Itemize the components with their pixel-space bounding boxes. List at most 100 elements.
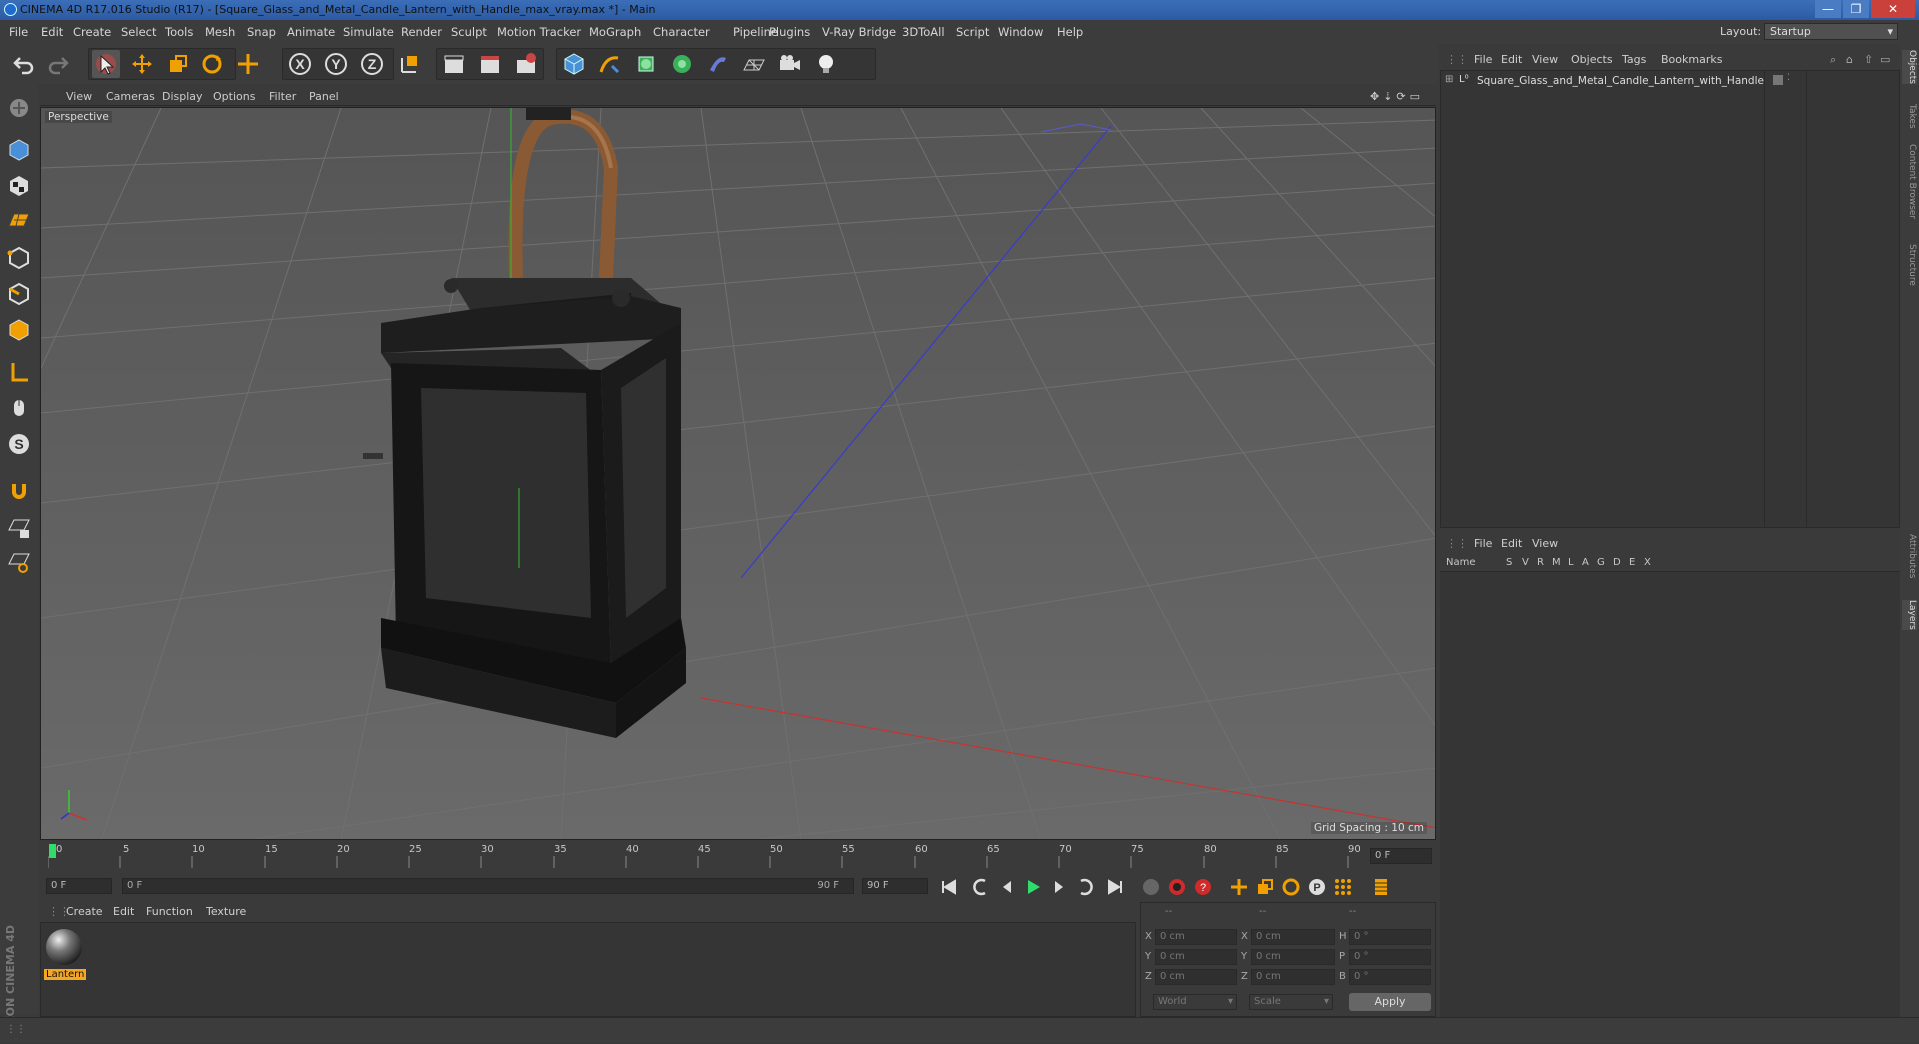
menu-tools[interactable]: Tools [165, 25, 193, 39]
key-pla-button[interactable] [1332, 876, 1354, 898]
viewport-menu-panel[interactable]: Panel [309, 90, 339, 103]
menu-simulate[interactable]: Simulate [343, 25, 394, 39]
camera-button[interactable] [776, 50, 804, 78]
search-icon[interactable]: ⌕ [1830, 53, 1836, 67]
end-frame-field[interactable]: 90 F [862, 878, 928, 894]
key-parameter-button[interactable]: P [1306, 876, 1328, 898]
minimize-button[interactable]: — [1815, 0, 1841, 18]
rotate-tool-button[interactable] [198, 50, 226, 78]
coordinate-space-dropdown[interactable]: World ▾ [1153, 994, 1237, 1010]
key-scale-button[interactable] [1254, 876, 1276, 898]
layer-col-manager[interactable]: M [1552, 557, 1561, 568]
layer-col-xref[interactable]: X [1644, 557, 1651, 568]
tab-takes[interactable]: Takes [1902, 104, 1917, 129]
workplane-button[interactable] [5, 206, 33, 234]
layer-col-deformers[interactable]: D [1613, 557, 1621, 568]
go-to-start-button[interactable] [938, 876, 960, 898]
menu-select[interactable]: Select [121, 25, 156, 39]
size-mode-dropdown[interactable]: Scale ▾ [1249, 994, 1333, 1010]
render-settings-button[interactable] [512, 50, 540, 78]
layout-dropdown[interactable]: Startup ▾ [1764, 23, 1898, 40]
menu-sculpt[interactable]: Sculpt [451, 25, 487, 39]
menu-render[interactable]: Render [401, 25, 442, 39]
layer-col-solo[interactable]: S [1506, 557, 1512, 568]
edges-mode-button[interactable] [5, 280, 33, 308]
play-button[interactable] [1022, 876, 1044, 898]
object-row[interactable]: ⊞ L⁰ Square_Glass_and_Metal_Candle_Lante… [1445, 73, 1895, 90]
deformer-button[interactable] [704, 50, 732, 78]
tweak-mode-button[interactable] [5, 394, 33, 422]
lock-workplane-button[interactable] [5, 514, 33, 542]
object-name[interactable]: Square_Glass_and_Metal_Candle_Lantern_wi… [1477, 75, 1764, 87]
menu-file[interactable]: File [9, 25, 28, 39]
menu-mograph[interactable]: MoGraph [589, 25, 641, 39]
light-button[interactable] [812, 50, 840, 78]
layer-col-view[interactable]: V [1522, 557, 1529, 568]
rotation-b-field[interactable]: 0 ° [1349, 969, 1431, 985]
rotation-p-field[interactable]: 0 ° [1349, 949, 1431, 965]
home-icon[interactable]: ⌂ [1846, 53, 1853, 66]
material-menu-create[interactable]: Create [66, 905, 103, 918]
cloner-button[interactable] [668, 50, 696, 78]
cube-button[interactable] [560, 50, 588, 78]
size-z-field[interactable]: 0 cm [1251, 969, 1335, 985]
close-button[interactable]: ✕ [1871, 0, 1915, 18]
next-frame-button[interactable] [1048, 876, 1070, 898]
texture-mode-button[interactable] [5, 172, 33, 200]
layers-menu-edit[interactable]: Edit [1501, 537, 1522, 550]
move-tool-button[interactable] [128, 50, 156, 78]
viewport-menu-view[interactable]: View [66, 90, 92, 103]
viewport-nav-icons[interactable]: ✥⇣⟳▭ [1370, 90, 1424, 103]
up-arrow-icon[interactable]: ⇧ [1864, 53, 1873, 66]
previous-frame-button[interactable] [996, 876, 1018, 898]
key-rotation-button[interactable] [1280, 876, 1302, 898]
tab-content-browser[interactable]: Content Browser [1902, 144, 1917, 219]
current-frame-field[interactable]: 0 F [1370, 848, 1432, 864]
menu-3dtoall[interactable]: 3DToAll [902, 25, 945, 39]
material-menu-function[interactable]: Function [146, 905, 193, 918]
snap-button[interactable] [5, 476, 33, 504]
viewport-menu-cameras[interactable]: Cameras [106, 90, 155, 103]
previous-key-button[interactable] [970, 876, 992, 898]
axis-mode-button[interactable] [5, 358, 33, 386]
viewport-menu-options[interactable]: Options [213, 90, 255, 103]
objects-menu-bookmarks[interactable]: Bookmarks [1661, 53, 1722, 66]
tab-attributes[interactable]: Attributes [1902, 534, 1917, 578]
objects-menu-objects[interactable]: Objects [1571, 53, 1613, 66]
material-menu-edit[interactable]: Edit [113, 905, 134, 918]
tab-objects[interactable]: Objects [1902, 50, 1917, 85]
expand-icon[interactable]: ⊞ [1445, 74, 1453, 85]
maximize-button[interactable]: ❐ [1843, 0, 1869, 18]
objects-menu-edit[interactable]: Edit [1501, 53, 1522, 66]
key-position-button[interactable] [1228, 876, 1250, 898]
visibility-dots-icon[interactable]: ⁚ [1787, 73, 1790, 83]
viewport-menu-filter[interactable]: Filter [269, 90, 296, 103]
polygons-mode-button[interactable] [5, 316, 33, 344]
spline-pen-button[interactable] [596, 50, 624, 78]
autokey-button[interactable] [1166, 876, 1188, 898]
rotation-h-field[interactable]: 0 ° [1349, 929, 1431, 945]
layer-col-name[interactable]: Name [1446, 557, 1476, 568]
objects-menu-view[interactable]: View [1532, 53, 1558, 66]
next-key-button[interactable] [1074, 876, 1096, 898]
perspective-viewport[interactable]: Perspective Grid Spacing : 10 cm [40, 107, 1436, 840]
subdivision-button[interactable] [632, 50, 660, 78]
keyframe-selection-button[interactable]: ? [1192, 876, 1214, 898]
menu-create[interactable]: Create [73, 25, 111, 39]
model-mode-button[interactable] [5, 136, 33, 164]
menu-help[interactable]: Help [1057, 25, 1083, 39]
menu-plugins[interactable]: Plugins [769, 25, 810, 39]
apply-button[interactable]: Apply [1349, 993, 1431, 1011]
visibility-toggle-icon[interactable] [1773, 75, 1783, 85]
position-x-field[interactable]: 0 cm [1155, 929, 1237, 945]
layer-col-render[interactable]: R [1537, 557, 1544, 568]
undo-button[interactable] [10, 50, 38, 78]
menu-script[interactable]: Script [956, 25, 989, 39]
scale-tool-button[interactable] [164, 50, 192, 78]
material-menu-texture[interactable]: Texture [206, 905, 246, 918]
menu-mesh[interactable]: Mesh [205, 25, 235, 39]
menu-vray-bridge[interactable]: V-Ray Bridge [822, 25, 896, 39]
timeline-button[interactable] [1370, 876, 1392, 898]
size-y-field[interactable]: 0 cm [1251, 949, 1335, 965]
record-keys-off-button[interactable] [1140, 876, 1162, 898]
